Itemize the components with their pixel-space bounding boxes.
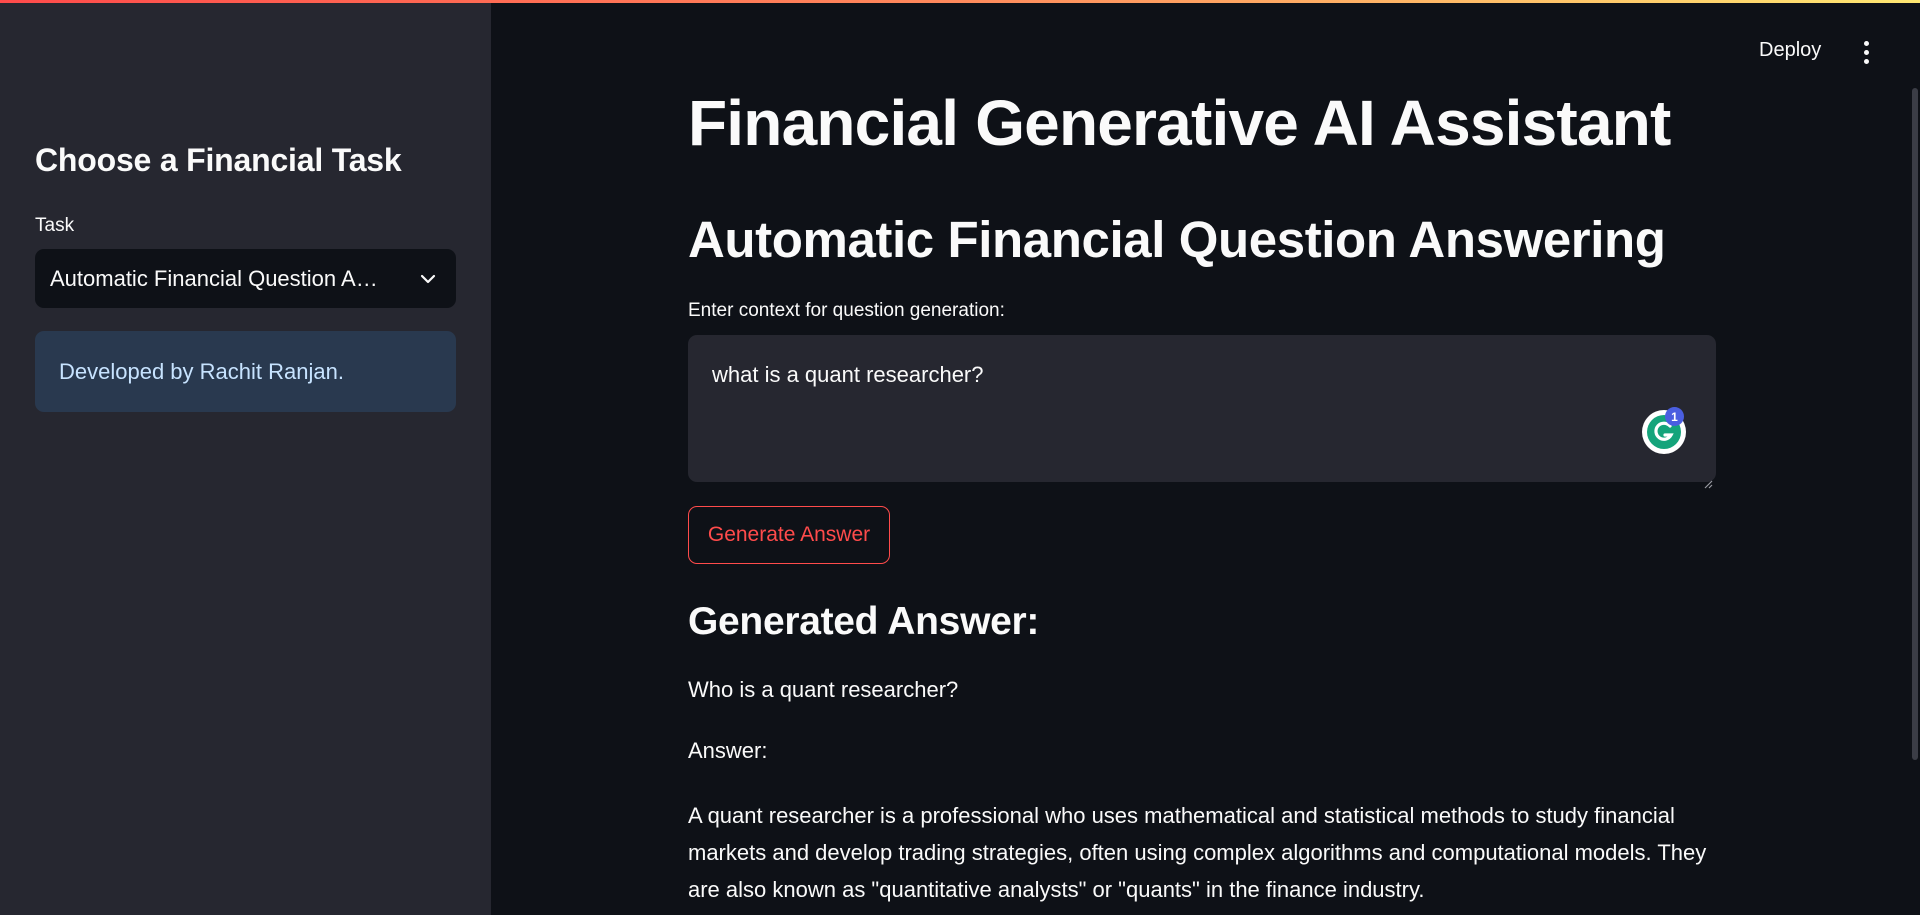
task-label: Task <box>35 215 75 236</box>
answer-body: A quant researcher is a professional who… <box>688 803 1707 902</box>
more-vertical-icon[interactable] <box>1852 38 1880 66</box>
info-text: Developed by Rachit Ranjan. <box>59 358 344 384</box>
header-decoration-bar <box>0 0 1920 3</box>
info-box: Developed by Rachit Ranjan. <box>35 331 456 412</box>
resize-handle-icon[interactable] <box>1703 469 1713 489</box>
page-title: Financial Generative AI Assistant <box>688 87 1671 159</box>
generate-answer-button[interactable]: Generate Answer <box>688 506 890 564</box>
answer-label: Answer: <box>688 738 768 763</box>
answer-heading: Generated Answer: <box>688 600 1040 643</box>
chevron-down-icon <box>415 266 441 292</box>
context-textarea[interactable]: what is a quant researcher? <box>688 335 1716 489</box>
task-select-value: Automatic Financial Question An… <box>50 265 390 291</box>
page-subheader: Automatic Financial Question Answering <box>688 211 1666 268</box>
scrollbar[interactable] <box>1912 88 1918 760</box>
sidebar-title: Choose a Financial Task <box>35 142 402 178</box>
context-textarea-value: what is a quant researcher? <box>712 362 984 387</box>
context-label: Enter context for question generation: <box>688 300 1005 321</box>
grammarly-count-badge: 1 <box>1665 407 1684 426</box>
answer-question: Who is a quant researcher? <box>688 677 959 702</box>
sidebar: Choose a Financial Task Task Automatic F… <box>0 0 491 915</box>
task-select[interactable]: Automatic Financial Question An… <box>35 249 456 308</box>
deploy-button[interactable]: Deploy <box>1755 36 1825 68</box>
